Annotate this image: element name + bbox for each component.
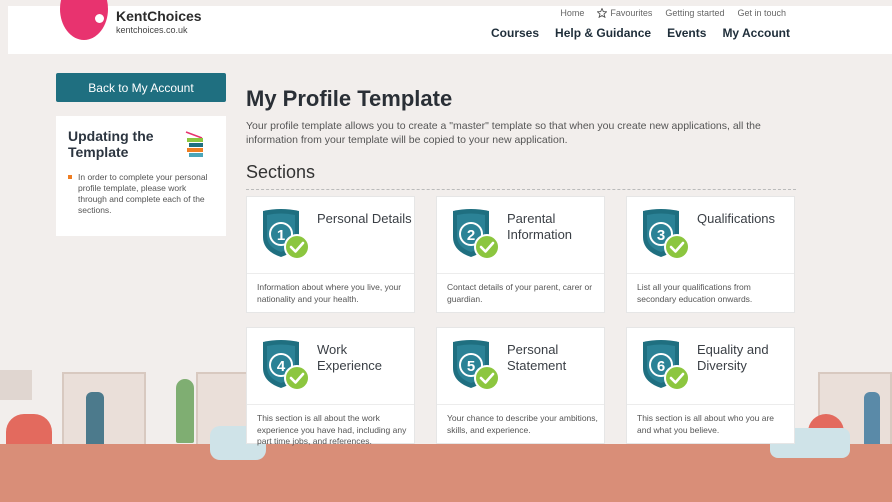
books-icon [185,131,203,157]
site-header: KentChoices kentchoices.co.uk Home Favou… [8,0,892,54]
getting-started-link[interactable]: Getting started [665,8,724,18]
nav-events[interactable]: Events [667,26,706,40]
section-description: This section is all about who you are an… [637,413,775,435]
card-separator [627,404,794,405]
logo-name[interactable]: KentChoices [116,8,202,24]
section-description: Information about where you live, your n… [257,282,402,304]
sections-heading: Sections [246,162,316,182]
card-separator [437,273,604,274]
favourites-label: Favourites [610,8,653,18]
section-card-parental-information[interactable]: 2 Parental Information Contact details of … [436,196,605,313]
wall-frame [0,370,32,400]
instruction-item: In order to complete your personal profi… [68,172,214,216]
back-to-account-button[interactable]: Back to My Account [56,73,226,102]
page-title: My Profile Template [246,86,453,111]
section-title[interactable]: Personal Statement [507,342,603,373]
favourites-link[interactable]: Favourites [597,8,652,18]
card-separator [247,273,414,274]
section-divider [246,189,796,190]
section-title[interactable]: Parental Information [507,211,603,242]
section-card-qualifications[interactable]: 3 Qualifications List all your qualificati… [626,196,795,313]
section-badge-icon: 3 [643,209,690,260]
section-title[interactable]: Personal Details [317,211,413,227]
section-badge-icon: 6 [643,340,690,391]
sidebar-card-title: Updating the Template [68,128,154,160]
section-card-work-experience[interactable]: 4 Work Experience This section is all abou… [246,327,415,446]
section-number: 3 [657,227,665,244]
section-description: Contact details of your parent, carer or… [447,282,593,304]
logo-url: kentchoices.co.uk [116,25,188,35]
section-badge-icon: 5 [453,340,500,391]
home-link[interactable]: Home [560,8,584,18]
page-intro: Your profile template allows you to crea… [246,120,761,146]
section-card-personal-details[interactable]: 1 Personal Details Information about where… [246,196,415,313]
section-description: Your chance to describe your ambitions, … [447,413,598,435]
sidebar-info-card: Updating the Template In order to comple… [56,116,226,236]
section-description: This section is all about the work exper… [257,413,407,446]
utility-nav: Home Favourites Getting started Get in t… [560,8,786,18]
bookshelf [62,372,146,452]
get-in-touch-link[interactable]: Get in touch [737,8,786,18]
section-number: 4 [277,358,286,375]
nav-courses[interactable]: Courses [491,26,539,40]
card-separator [627,273,794,274]
section-badge-icon: 2 [453,209,500,260]
card-separator [247,404,414,405]
section-number: 5 [467,358,475,375]
sidebar-instructions: In order to complete your personal profi… [68,172,214,216]
section-card-personal-statement[interactable]: 5 Personal Statement Your chance to descri… [436,327,605,444]
section-title[interactable]: Qualifications [697,211,793,227]
plant [176,379,194,443]
star-icon [597,8,608,18]
section-description: List all your qualifications from second… [637,282,753,304]
section-title[interactable]: Equality and Diversity [697,342,793,373]
nav-my-account[interactable]: My Account [722,26,790,40]
section-badge-icon: 4 [263,340,310,391]
section-card-equality-diversity[interactable]: 6 Equality and Diversity This section is a… [626,327,795,444]
floor [0,444,892,502]
logo-dot [95,14,104,23]
section-number: 2 [467,227,475,244]
main-nav: Courses Help & Guidance Events My Accoun… [491,26,790,40]
card-separator [437,404,604,405]
section-badge-icon: 1 [263,209,310,260]
section-number: 1 [277,227,285,244]
section-number: 6 [657,358,665,375]
section-title[interactable]: Work Experience [317,342,413,373]
nav-help-guidance[interactable]: Help & Guidance [555,26,651,40]
